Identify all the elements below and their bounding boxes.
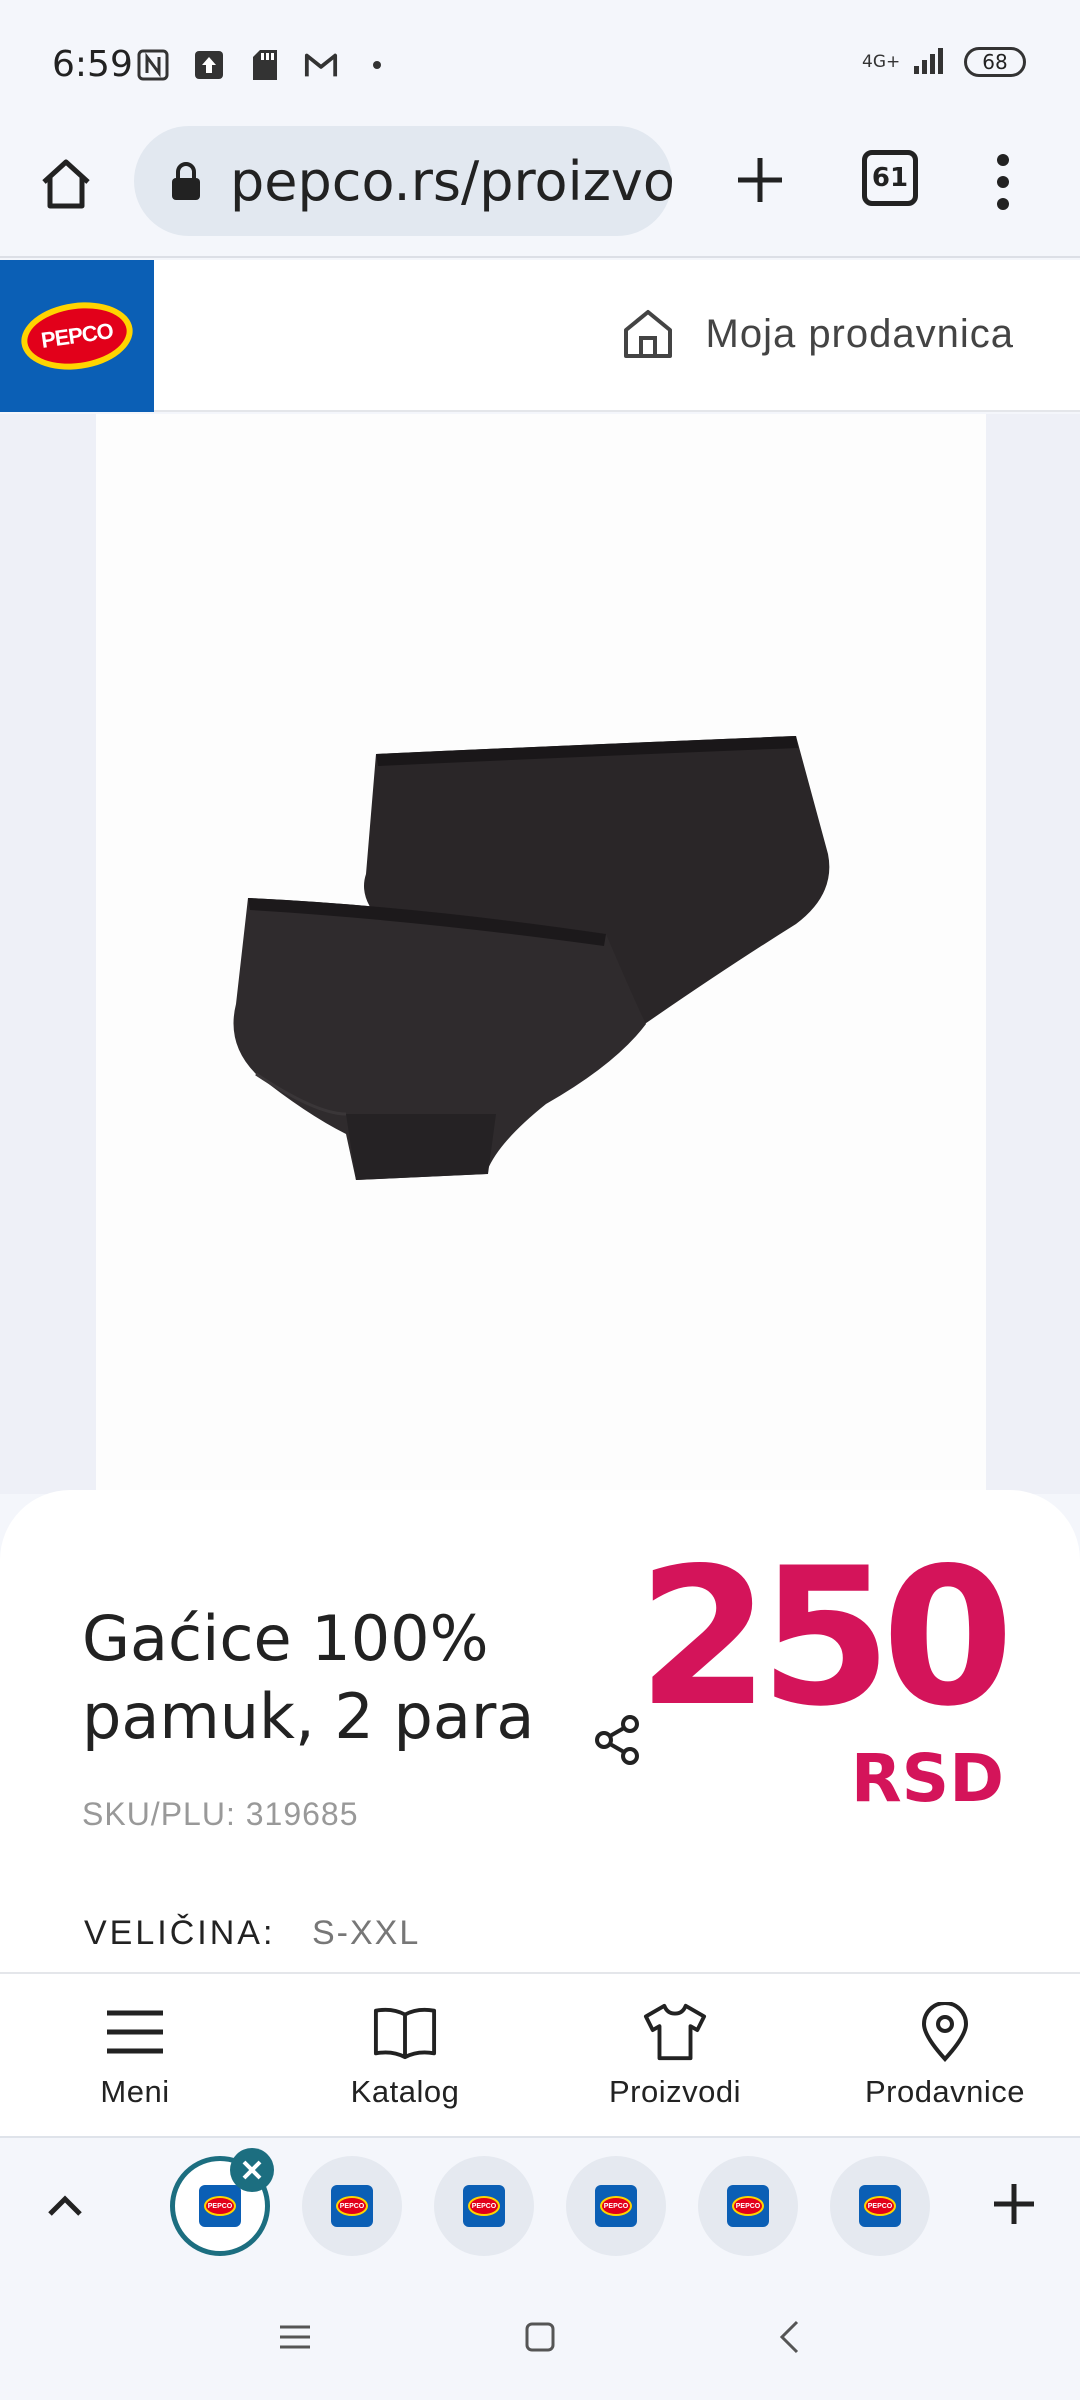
signal-icon	[910, 44, 950, 80]
product-image	[233, 736, 830, 1180]
nav-label: Katalog	[350, 2074, 460, 2109]
size-label: VELIČINA:	[84, 1914, 276, 1952]
tab-favicon: PEPCO	[727, 2185, 769, 2227]
collapse-tabs-button[interactable]	[36, 2176, 94, 2234]
close-icon	[242, 2160, 262, 2180]
status-bar: 6:59 4G+ 68	[0, 0, 1080, 122]
menu-dot	[997, 176, 1009, 188]
address-bar[interactable]: pepco.rs/proizvodi	[134, 126, 672, 236]
bottom-navigation: Meni Katalog Proizvodi Prodavnice	[0, 1972, 1080, 2136]
square-icon	[525, 2322, 555, 2352]
location-pin-icon	[913, 2000, 977, 2064]
menu-dot	[997, 198, 1009, 210]
tab-thumbnail[interactable]: PEPCO	[698, 2156, 798, 2256]
system-navigation-bar	[0, 2272, 1080, 2400]
my-store-link[interactable]: Moja prodavnica	[620, 306, 1015, 362]
nav-item-catalog[interactable]: Katalog	[270, 1974, 540, 2136]
recent-apps-button[interactable]	[270, 2312, 320, 2362]
store-icon	[623, 310, 672, 358]
status-notification-icons	[136, 48, 394, 82]
size-value: S-XXL	[312, 1914, 421, 1952]
system-home-button[interactable]	[515, 2312, 565, 2362]
nfc-icon	[136, 48, 170, 82]
my-store-label: Moja prodavnica	[705, 311, 1014, 356]
plus-icon	[738, 158, 782, 202]
tab-favicon: PEPCO	[199, 2185, 241, 2227]
product-info-card: Gaćice 100% pamuk, 2 para 250 RSD SKU/PL…	[0, 1490, 1080, 1974]
url-text: pepco.rs/proizvodi	[230, 149, 672, 213]
nav-item-stores[interactable]: Prodavnice	[810, 1974, 1080, 2136]
system-back-button[interactable]	[764, 2312, 814, 2362]
close-tab-button[interactable]	[230, 2148, 274, 2192]
status-time: 6:59	[52, 44, 133, 85]
new-tab-button[interactable]	[724, 144, 796, 216]
more-notifications-icon	[360, 48, 394, 82]
home-icon	[42, 159, 90, 209]
back-arrow-icon	[779, 2320, 799, 2354]
tab-favicon: PEPCO	[595, 2185, 637, 2227]
home-button[interactable]	[30, 148, 102, 220]
battery-indicator: 68	[964, 47, 1026, 77]
product-gallery	[0, 414, 1080, 1494]
plus-icon	[994, 2184, 1034, 2224]
tab-favicon: PEPCO	[463, 2185, 505, 2227]
upload-icon	[192, 48, 226, 82]
recents-icon	[280, 2325, 310, 2349]
network-type: 4G+	[862, 52, 901, 72]
tab-thumbnail[interactable]: PEPCO	[302, 2156, 402, 2256]
sd-card-icon	[248, 48, 282, 82]
tab-switcher-button[interactable]: 61	[862, 150, 918, 206]
tab-strip: PEPCO PEPCO PEPCO PEPCO PEPCO PEPCO	[0, 2136, 1080, 2272]
product-title: Gaćice 100% pamuk, 2 para	[82, 1602, 535, 1753]
tab-thumbnail[interactable]: PEPCO	[830, 2156, 930, 2256]
price-currency: RSD	[850, 1740, 1004, 1817]
gmail-icon	[304, 48, 338, 82]
browser-menu-button[interactable]	[978, 146, 1028, 218]
nav-item-products[interactable]: Proizvodi	[540, 1974, 810, 2136]
logo-oval: PEPCO	[16, 295, 138, 377]
nav-label: Meni	[100, 2074, 170, 2109]
tab-favicon: PEPCO	[859, 2185, 901, 2227]
product-sku: SKU/PLU: 319685	[82, 1796, 359, 1832]
nav-label: Proizvodi	[609, 2074, 741, 2109]
tab-favicon: PEPCO	[331, 2185, 373, 2227]
logo-text: PEPCO	[39, 318, 115, 353]
nav-item-menu[interactable]: Meni	[0, 1974, 270, 2136]
tab-thumbnail[interactable]: PEPCO	[434, 2156, 534, 2256]
menu-dot	[997, 154, 1009, 166]
add-tab-button[interactable]	[984, 2174, 1044, 2234]
browser-toolbar: pepco.rs/proizvodi 61	[0, 122, 1080, 258]
status-right: 4G+ 68	[862, 44, 1026, 80]
pepco-logo[interactable]: PEPCO	[0, 260, 154, 412]
tab-thumbnail[interactable]: PEPCO	[566, 2156, 666, 2256]
hamburger-icon	[103, 2000, 167, 2064]
site-header: PEPCO Moja prodavnica	[0, 260, 1080, 412]
chevron-up-icon	[48, 2195, 82, 2216]
price-value: 250	[637, 1527, 1014, 1748]
book-icon	[373, 2000, 437, 2064]
nav-label: Prodavnice	[864, 2074, 1026, 2109]
product-image-card[interactable]	[96, 414, 986, 1494]
lock-icon	[172, 162, 200, 200]
tshirt-icon	[643, 2000, 707, 2064]
